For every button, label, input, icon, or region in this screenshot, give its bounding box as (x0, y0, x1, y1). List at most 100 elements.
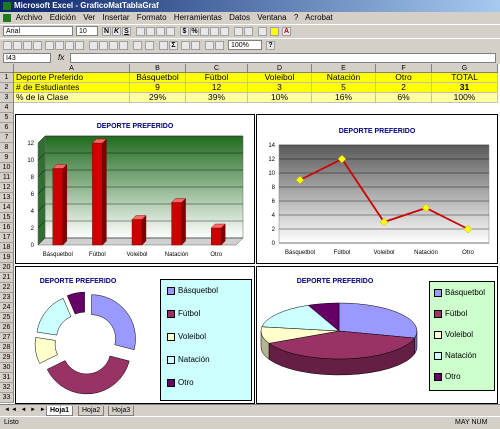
cell-c2[interactable]: 12 (186, 83, 248, 93)
cell-f2[interactable]: 2 (376, 83, 432, 93)
tab-hoja3[interactable]: Hoja3 (108, 406, 135, 416)
cell-b2[interactable]: 9 (130, 83, 186, 93)
row-header[interactable]: 25 (0, 313, 14, 323)
cell-f1[interactable]: Otro (376, 73, 432, 83)
row-header[interactable]: 2 (0, 83, 14, 93)
column-header-e[interactable]: E (312, 64, 376, 73)
merge-center-icon[interactable] (166, 27, 175, 36)
underline-icon[interactable]: S (122, 27, 131, 36)
cell-f3[interactable]: 6% (376, 93, 432, 103)
formula-input[interactable] (70, 53, 496, 63)
cell-e3[interactable]: 16% (312, 93, 376, 103)
align-center-icon[interactable] (146, 27, 155, 36)
align-right-icon[interactable] (156, 27, 165, 36)
copy-icon[interactable] (99, 41, 108, 50)
increase-decimal-icon[interactable] (210, 27, 219, 36)
autosum-icon[interactable]: Σ (169, 41, 178, 50)
cell-g3[interactable]: 100% (432, 93, 498, 103)
cell-b1[interactable]: Básquetbol (130, 73, 186, 83)
row-header[interactable]: 24 (0, 303, 14, 313)
row-header[interactable]: 21 (0, 273, 14, 283)
cell-b3[interactable]: 29% (130, 93, 186, 103)
cell-d1[interactable]: Voleibol (248, 73, 312, 83)
open-icon[interactable] (13, 41, 22, 50)
row-header[interactable]: 14 (0, 203, 14, 213)
tab-hoja1[interactable]: Hoja1 (46, 406, 74, 416)
menu-archivo[interactable]: Archivo (16, 13, 43, 22)
print-icon[interactable] (45, 41, 54, 50)
redo-icon[interactable] (145, 41, 154, 50)
percent-icon[interactable]: % (190, 27, 199, 36)
row-header[interactable]: 29 (0, 353, 14, 363)
row-header[interactable]: 7 (0, 133, 14, 143)
row-header[interactable]: 27 (0, 333, 14, 343)
row-header[interactable]: 33 (0, 393, 14, 403)
font-color-icon[interactable]: A (282, 27, 291, 36)
row-header[interactable]: 10 (0, 163, 14, 173)
new-icon[interactable] (3, 41, 12, 50)
row-header[interactable]: 4 (0, 103, 14, 113)
row-header[interactable]: 3 (0, 93, 14, 103)
fill-color-icon[interactable] (270, 27, 279, 36)
row-header[interactable]: 12 (0, 183, 14, 193)
drawing-icon[interactable] (215, 41, 224, 50)
cell-a3[interactable]: % de la Clase (14, 93, 130, 103)
excel-doc-icon[interactable] (3, 14, 11, 22)
row-header[interactable]: 8 (0, 143, 14, 153)
cell-d2[interactable]: 3 (248, 83, 312, 93)
format-painter-icon[interactable] (119, 41, 128, 50)
cut-icon[interactable] (89, 41, 98, 50)
column-header-c[interactable]: C (186, 64, 248, 73)
font-size-combo[interactable]: 10 (76, 26, 98, 36)
tab-hoja2[interactable]: Hoja2 (78, 406, 105, 416)
menu-datos[interactable]: Datos (229, 13, 250, 22)
row-header[interactable]: 19 (0, 253, 14, 263)
row-header[interactable]: 5 (0, 113, 14, 123)
column-header-f[interactable]: F (376, 64, 432, 73)
line-chart[interactable]: DEPORTE PREFERIDO 0 2 4 6 8 10 12 14 Básquetbol F… (256, 114, 498, 264)
row-header[interactable]: 6 (0, 123, 14, 133)
row-header[interactable]: 1 (0, 73, 14, 83)
thousands-icon[interactable] (200, 27, 209, 36)
row-header[interactable]: 16 (0, 223, 14, 233)
pie-chart[interactable]: DEPORTE PREFERIDO Básquetbol Fútbol Vole… (256, 266, 498, 404)
cell-g1[interactable]: TOTAL (432, 73, 498, 83)
row-header[interactable]: 28 (0, 343, 14, 353)
chart-wizard-icon[interactable] (205, 41, 214, 50)
font-combo[interactable]: Arial (3, 26, 73, 36)
column-header-g[interactable]: G (432, 64, 498, 73)
column-header-a[interactable]: A (14, 64, 130, 73)
save-icon[interactable] (23, 41, 32, 50)
column-header-d[interactable]: D (248, 64, 312, 73)
sort-desc-icon[interactable] (191, 41, 200, 50)
currency-icon[interactable]: $ (180, 27, 189, 36)
select-all-corner[interactable] (0, 64, 14, 73)
cell-a1[interactable]: Deporte Preferido (14, 73, 130, 83)
cell-c1[interactable]: Fútbol (186, 73, 248, 83)
cell-d3[interactable]: 10% (248, 93, 312, 103)
permission-icon[interactable] (33, 41, 42, 50)
undo-icon[interactable] (133, 41, 142, 50)
decrease-decimal-icon[interactable] (220, 27, 229, 36)
menu-herramientas[interactable]: Herramientas (174, 13, 222, 22)
row-header[interactable]: 31 (0, 373, 14, 383)
menu-formato[interactable]: Formato (137, 13, 167, 22)
menu-ventana[interactable]: Ventana (257, 13, 286, 22)
research-icon[interactable] (75, 41, 84, 50)
menu-ver[interactable]: Ver (83, 13, 95, 22)
name-box[interactable]: I43 (3, 53, 51, 63)
row-header[interactable]: 23 (0, 293, 14, 303)
bar-chart[interactable]: DEPORTE PREFERIDO 0 2 4 6 8 10 12 Básquetbol Fút… (15, 114, 255, 264)
doughnut-chart[interactable]: DEPORTE PREFERIDO Básquetbol Fútbol Vole… (15, 266, 255, 404)
borders-icon[interactable] (258, 27, 267, 36)
cell-e2[interactable]: 5 (312, 83, 376, 93)
menu-ayuda[interactable]: ? (294, 13, 298, 22)
fx-icon[interactable]: fx (58, 53, 64, 62)
bold-icon[interactable]: N (102, 27, 111, 36)
paste-icon[interactable] (109, 41, 118, 50)
row-header[interactable]: 26 (0, 323, 14, 333)
row-header[interactable]: 32 (0, 383, 14, 393)
row-header[interactable]: 18 (0, 243, 14, 253)
increase-indent-icon[interactable] (244, 27, 253, 36)
italic-icon[interactable]: K (112, 27, 121, 36)
